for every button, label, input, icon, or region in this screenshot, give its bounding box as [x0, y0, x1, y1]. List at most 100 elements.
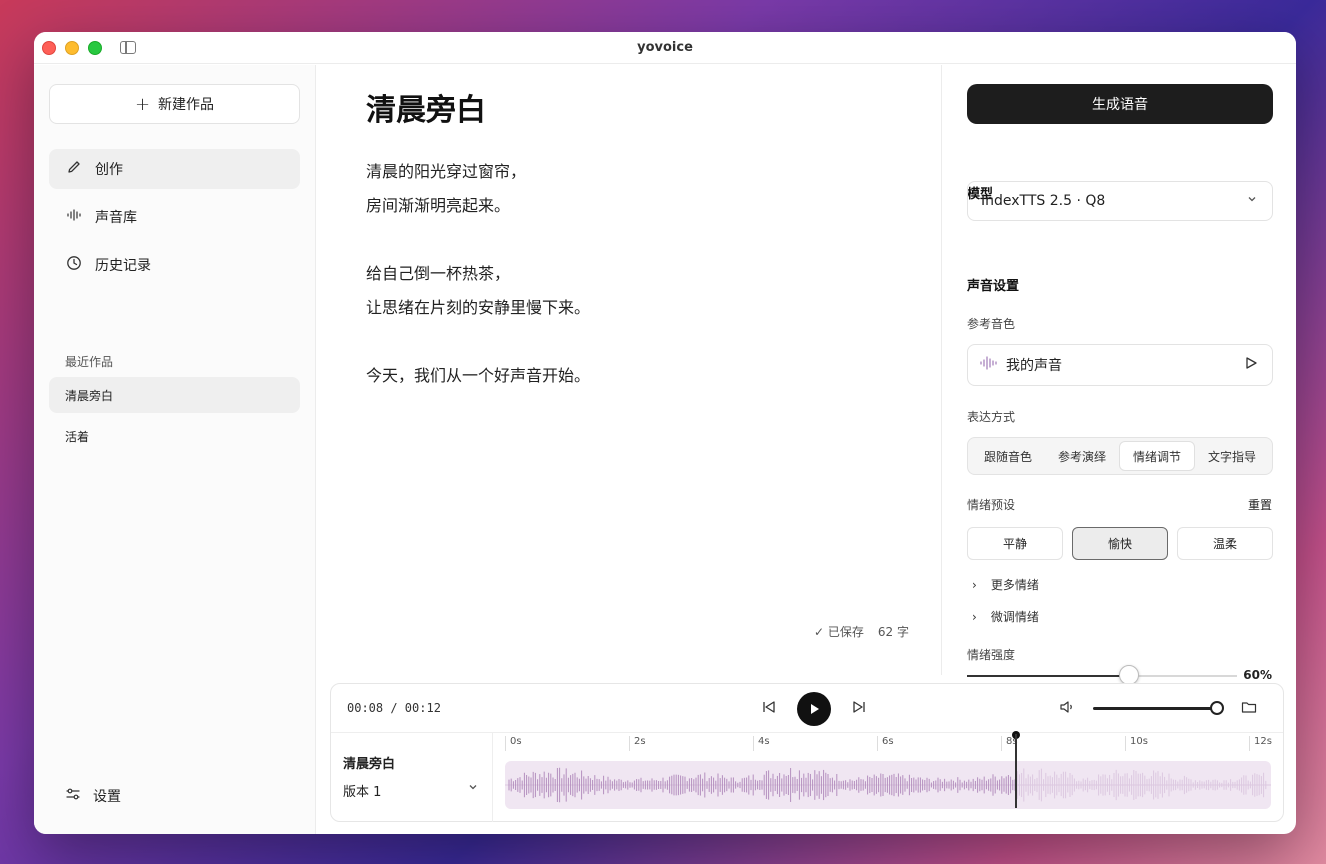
timeline-tick: 6s [877, 736, 894, 751]
timeline-tick: 12s [1249, 736, 1272, 751]
expression-option-text[interactable]: 文字指导 [1195, 441, 1269, 471]
text-line: 清晨的阳光穿过窗帘， [366, 162, 527, 181]
timeline-tick: 4s [753, 736, 770, 751]
version-select[interactable]: 版本 1 [343, 781, 479, 800]
ref-voice-label: 参考音色 [967, 317, 1016, 331]
document-title[interactable]: 清晨旁白 [366, 85, 486, 129]
pencil-icon [65, 159, 83, 179]
version-value: 版本 1 [343, 785, 382, 800]
intensity-slider[interactable] [967, 665, 1237, 685]
timeline-tick: 0s [505, 736, 522, 751]
fine-tune-toggle[interactable]: › 微调情绪 [972, 608, 1039, 625]
volume-slider[interactable] [1093, 701, 1224, 715]
waveform[interactable] [505, 761, 1271, 809]
sidebar-item-label: 历史记录 [95, 258, 151, 274]
track-title: 清晨旁白 [343, 757, 396, 772]
total-time: / 00:12 [390, 701, 441, 715]
ref-voice-value: 我的声音 [1006, 358, 1062, 374]
sidebar-item-create[interactable]: 创作 [49, 149, 300, 189]
settings-panel: 生成语音 模型 IndexTTS 2.5 · Q8 声音设置 参考音色 我的声音… [941, 65, 1296, 685]
window-title: yovoice [637, 40, 693, 55]
timeline-tick: 10s [1125, 736, 1148, 751]
audio-player: 00:08 / 00:12 清晨旁白 版本 1 0s 2s 4s 6s 8s 1… [330, 683, 1284, 822]
text-line: 给自己倒一杯热茶， [366, 264, 511, 283]
chevron-down-icon [1246, 193, 1258, 209]
minimize-window-button[interactable] [65, 41, 79, 55]
expression-option-reference[interactable]: 参考演绎 [1045, 441, 1119, 471]
speaker-icon[interactable] [1059, 699, 1075, 719]
playhead[interactable] [1014, 734, 1017, 808]
new-work-label: 新建作品 [158, 97, 215, 113]
titlebar: yovoice [34, 32, 1296, 64]
plus-icon: + [134, 93, 151, 115]
waveform-icon [65, 207, 83, 227]
play-button[interactable] [797, 692, 831, 726]
waveform-icon [980, 356, 998, 374]
sidebar: + 新建作品 创作 声音库 历史记录 最近作品 清晨旁白 活着 设置 [34, 65, 316, 834]
transport-controls [759, 692, 869, 726]
intensity-slider-handle[interactable] [1119, 665, 1139, 685]
char-count: 62 字 [877, 625, 909, 639]
text-line: 房间渐渐明亮起来。 [366, 196, 511, 215]
time-display: 00:08 / 00:12 [347, 701, 441, 715]
expression-segmented-control: 跟随音色 参考演绎 情绪调节 文字指导 [967, 437, 1273, 475]
window-controls [42, 41, 102, 55]
text-line: 让思绪在片刻的安静里慢下来。 [366, 298, 591, 317]
more-emotions-toggle[interactable]: › 更多情绪 [972, 576, 1039, 593]
intensity-value: 60% [1243, 668, 1272, 682]
voice-settings-heading: 声音设置 [967, 279, 1020, 294]
new-work-button[interactable]: + 新建作品 [49, 84, 300, 124]
editor[interactable]: 清晨旁白 清晨的阳光穿过窗帘， 房间渐渐明亮起来。 给自己倒一杯热茶， 让思绪在… [317, 65, 941, 675]
expression-option-follow[interactable]: 跟随音色 [971, 441, 1045, 471]
reset-button[interactable]: 重置 [1248, 496, 1272, 513]
preset-calm-button[interactable]: 平静 [967, 527, 1063, 560]
play-icon[interactable] [1244, 356, 1258, 374]
zoom-window-button[interactable] [88, 41, 102, 55]
paragraph: 给自己倒一杯热茶， 让思绪在片刻的安静里慢下来。 [366, 257, 906, 325]
sidebar-item-label: 创作 [95, 162, 123, 178]
waveform-graphic [505, 767, 1271, 803]
generate-speech-button[interactable]: 生成语音 [967, 84, 1273, 124]
saved-label: 已保存 [827, 625, 864, 639]
model-select[interactable]: IndexTTS 2.5 · Q8 [967, 181, 1273, 221]
volume-slider-handle[interactable] [1210, 701, 1224, 715]
expression-option-emotion[interactable]: 情绪调节 [1119, 441, 1195, 471]
settings-button[interactable]: 设置 [65, 786, 121, 806]
track-info: 清晨旁白 版本 1 [331, 733, 493, 822]
recent-item[interactable]: 活着 [49, 418, 300, 454]
app-window: yovoice + 新建作品 创作 声音库 历史记录 最近作品 清晨旁白 活着 … [34, 32, 1296, 834]
settings-label: 设置 [93, 789, 121, 805]
save-indicator: ✓ 已保存 [814, 623, 864, 640]
ref-voice-select[interactable]: 我的声音 [967, 344, 1273, 386]
sliders-icon [65, 786, 81, 806]
preset-gentle-button[interactable]: 温柔 [1177, 527, 1273, 560]
folder-icon[interactable] [1241, 699, 1257, 719]
expression-label: 表达方式 [967, 410, 1016, 424]
skip-forward-icon[interactable] [849, 699, 869, 719]
current-time: 00:08 [347, 701, 384, 715]
recent-works-heading: 最近作品 [65, 355, 114, 369]
recent-item[interactable]: 清晨旁白 [49, 377, 300, 413]
sidebar-toggle-icon[interactable] [120, 41, 136, 54]
checkmark-icon: ✓ [814, 625, 825, 639]
chevron-down-icon [467, 781, 479, 800]
paragraph: 清晨的阳光穿过窗帘， 房间渐渐明亮起来。 [366, 155, 906, 223]
text-line: 今天，我们从一个好声音开始。 [366, 366, 591, 385]
timeline-tick: 2s [629, 736, 646, 751]
paragraph: 今天，我们从一个好声音开始。 [366, 359, 906, 393]
preset-happy-button[interactable]: 愉快 [1072, 527, 1168, 560]
more-emotions-label: 更多情绪 [990, 578, 1039, 592]
sidebar-item-voice-library[interactable]: 声音库 [49, 197, 300, 237]
clock-icon [65, 255, 83, 275]
sidebar-item-history[interactable]: 历史记录 [49, 245, 300, 285]
emotion-preset-label: 情绪预设 [967, 498, 1016, 512]
skip-back-icon[interactable] [759, 699, 779, 719]
fine-tune-label: 微调情绪 [990, 610, 1039, 624]
document-body[interactable]: 清晨的阳光穿过窗帘， 房间渐渐明亮起来。 给自己倒一杯热茶， 让思绪在片刻的安静… [366, 155, 906, 427]
save-status: ✓ 已保存 62 字 [814, 623, 909, 640]
close-window-button[interactable] [42, 41, 56, 55]
chevron-right-icon: › [972, 609, 977, 624]
model-value: IndexTTS 2.5 · Q8 [981, 193, 1106, 209]
timeline-ruler: 0s 2s 4s 6s 8s 10s 12s [493, 733, 1283, 755]
sidebar-item-label: 声音库 [95, 210, 137, 226]
